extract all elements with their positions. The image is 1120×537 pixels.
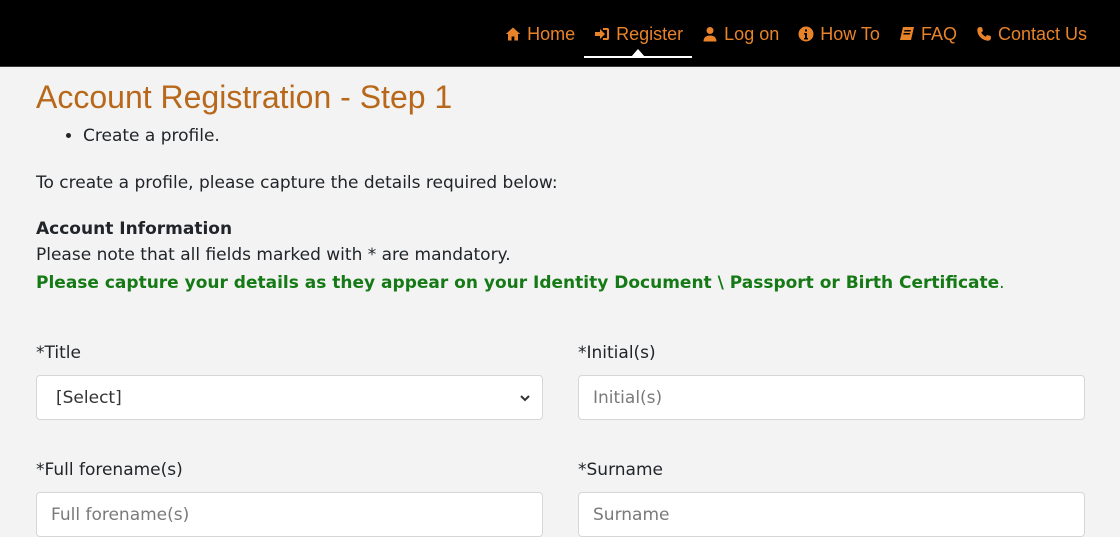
main-content: Account Registration - Step 1 Create a p… [36, 68, 1096, 295]
user-icon [701, 25, 719, 43]
nav-item-home[interactable]: Home [495, 20, 584, 48]
section-heading: Account Information [36, 219, 233, 239]
surname-label: *Surname [578, 460, 663, 480]
initials-label: *Initial(s) [578, 343, 656, 363]
surname-input[interactable] [578, 492, 1085, 537]
top-navbar: Home Register Log on How To FAQ Contact … [0, 0, 1120, 67]
step-item: Create a profile. [83, 124, 1096, 148]
nav-item-contact-us[interactable]: Contact Us [966, 20, 1096, 48]
initials-field-group: *Initial(s) [578, 342, 1085, 420]
sign-in-icon [593, 25, 611, 43]
step-list: Create a profile. [83, 124, 1096, 148]
info-circle-icon [797, 25, 815, 43]
home-icon [504, 25, 522, 43]
title-label: *Title [36, 343, 81, 363]
forenames-input[interactable] [36, 492, 543, 537]
chevron-down-icon [520, 394, 530, 401]
nav-item-log-on[interactable]: Log on [692, 20, 788, 48]
nav-item-faq[interactable]: FAQ [889, 20, 966, 48]
title-field-group: *Title [Select] [36, 342, 543, 420]
intro-text: To create a profile, please capture the … [36, 173, 558, 193]
forenames-label: *Full forename(s) [36, 460, 183, 480]
id-document-note-tail: . [999, 273, 1005, 293]
nav-menu: Home Register Log on How To FAQ Contact … [495, 20, 1096, 58]
nav-label: Log on [724, 23, 780, 44]
nav-item-how-to[interactable]: How To [788, 20, 889, 48]
phone-icon [975, 25, 993, 43]
surname-field-group: *Surname [578, 459, 1085, 537]
id-document-note: Please capture your details as they appe… [36, 271, 1096, 295]
nav-label: Register [616, 23, 684, 44]
forenames-field-group: *Full forename(s) [36, 459, 543, 537]
page-title: Account Registration - Step 1 [36, 79, 453, 115]
title-select-value: [Select] [56, 387, 122, 408]
nav-label: Contact Us [997, 23, 1087, 44]
nav-label: FAQ [920, 23, 957, 44]
title-select[interactable]: [Select] [36, 375, 543, 420]
nav-item-register[interactable]: Register [584, 20, 693, 58]
mandatory-note: Please note that all fields marked with … [36, 245, 511, 265]
initials-input[interactable] [578, 375, 1085, 420]
book-icon [898, 25, 916, 43]
nav-label: How To [820, 23, 880, 44]
nav-label: Home [527, 23, 576, 44]
id-document-note-bold: Please capture your details as they appe… [36, 273, 1000, 293]
